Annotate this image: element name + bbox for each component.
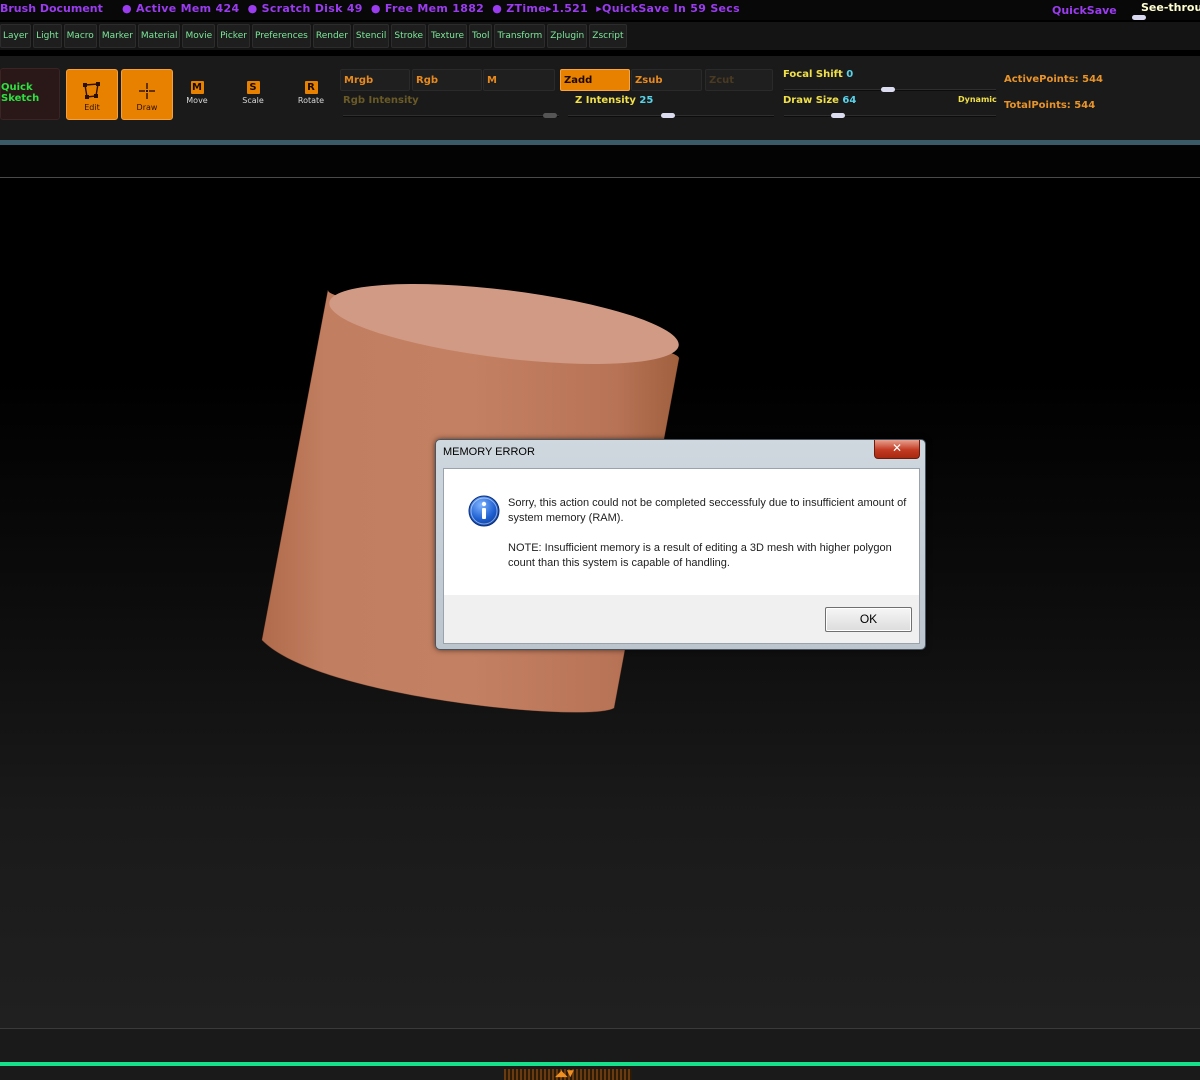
draw-button[interactable]: Draw [121,69,173,120]
free-mem: ● Free Mem 1882 [370,2,485,15]
rgb-intensity-slider[interactable] [543,113,557,118]
quick-sketch-label-2: Sketch [1,93,40,104]
draw-label: Draw [136,103,158,112]
edit-button[interactable]: Edit [66,69,118,120]
scale-button[interactable]: S Scale [227,69,279,120]
focal-shift-label: Focal Shift 0 [783,69,853,80]
dialog-title: MEMORY ERROR [443,446,535,458]
mrgb-button[interactable]: Mrgb [340,69,410,91]
error-message: Sorry, this action could not be complete… [508,497,907,524]
menu-material[interactable]: Material [137,24,181,48]
quicksave-button[interactable]: QuickSave [1052,4,1117,17]
dynamic-toggle[interactable]: Dynamic [958,95,997,104]
rgb-intensity-track [343,115,559,117]
memory-error-dialog: MEMORY ERROR ✕ Sorry, this action could … [435,439,926,650]
close-button[interactable]: ✕ [874,440,920,459]
quicksave-timer: ▸QuickSave In 59 Secs [596,2,740,15]
move-button[interactable]: M Move [171,69,223,120]
active-points: ActivePoints: 544 [1004,74,1104,85]
toolbar: Quick Sketch Edit Draw M Move S Scale R … [0,56,1200,140]
rotate-icon: R [300,81,318,94]
menu-tool[interactable]: Tool [469,24,493,48]
menu-preferences[interactable]: Preferences [251,24,311,48]
z-intensity-text: Z Intensity [575,95,636,106]
rotate-button[interactable]: R Rotate [285,69,337,120]
close-icon: ✕ [891,441,903,455]
document-title: Brush Document [0,2,103,15]
focal-shift-slider[interactable] [881,87,895,92]
menu-picker[interactable]: Picker [217,24,250,48]
bottom-progress-bar [0,1062,1200,1066]
draw-size-text: Draw Size [783,95,839,106]
focal-shift-value: 0 [846,69,854,80]
menu-stencil[interactable]: Stencil [352,24,390,48]
menu-zplugin[interactable]: Zplugin [547,24,588,48]
ztime: ● ZTime▸1.521 [492,2,589,15]
draw-size-label: Draw Size 64 [783,95,856,106]
menu-macro[interactable]: Macro [63,24,97,48]
draw-icon [139,83,155,99]
quick-sketch-label-1: Quick [1,82,33,93]
draw-size-value: 64 [842,95,857,106]
rotate-label: Rotate [297,96,325,105]
dialog-body: Sorry, this action could not be complete… [443,468,920,595]
edit-label: Edit [84,103,100,112]
dialog-footer: OK [443,595,920,644]
memory-metrics: ● Active Mem 424 ● Scratch Disk 49 ● Fre… [122,2,744,15]
menu-bar: Layer Light Macro Marker Material Movie … [0,22,1200,50]
edit-icon [83,82,100,99]
z-intensity-label: Z Intensity 25 [575,95,653,106]
dialog-message: Sorry, this action could not be complete… [508,496,908,571]
quick-sketch-button[interactable]: Quick Sketch [0,68,60,120]
see-through-slider[interactable] [1132,15,1146,20]
menu-layer[interactable]: Layer [0,24,32,48]
z-intensity-value: 25 [639,95,654,106]
rgb-button[interactable]: Rgb [412,69,482,91]
expand-arrows-icon[interactable]: ◢◣▼ [555,1069,574,1079]
status-bar: Brush Document ● Active Mem 424 ● Scratc… [0,0,1200,20]
rgb-intensity-label: Rgb Intensity [343,95,419,106]
scale-icon: S [242,81,260,94]
menu-light[interactable]: Light [33,24,62,48]
draw-size-slider[interactable] [831,113,845,118]
zcut-button[interactable]: Zcut [705,69,773,91]
scale-label: Scale [242,96,264,105]
focal-shift-text: Focal Shift [783,69,843,80]
scratch-disk: ● Scratch Disk 49 [247,2,363,15]
error-note: NOTE: Insufficient memory is a result of… [508,542,892,569]
total-points: TotalPoints: 544 [1004,100,1096,111]
ok-button[interactable]: OK [825,607,912,632]
zsub-button[interactable]: Zsub [631,69,702,91]
active-mem: ● Active Mem 424 [122,2,240,15]
menu-transform[interactable]: Transform [494,24,546,48]
menu-stroke[interactable]: Stroke [391,24,427,48]
move-icon: M [186,81,204,94]
menu-texture[interactable]: Texture [428,24,467,48]
menu-marker[interactable]: Marker [98,24,136,48]
menu-movie[interactable]: Movie [182,24,216,48]
z-intensity-slider[interactable] [661,113,675,118]
menu-zscript[interactable]: Zscript [589,24,627,48]
draw-size-track [784,115,996,117]
menu-render[interactable]: Render [312,24,351,48]
zadd-button[interactable]: Zadd [560,69,630,91]
m-button[interactable]: M [483,69,555,91]
move-label: Move [186,96,208,105]
see-through-label: See-throu [1141,1,1200,14]
canvas-header [0,145,1200,178]
info-icon [468,495,500,527]
